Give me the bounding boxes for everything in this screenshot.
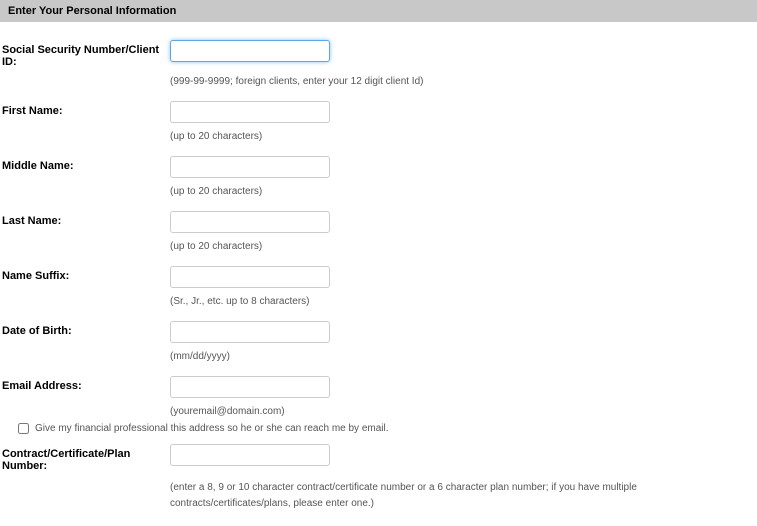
hint-ssn: (999-99-9999; foreign clients, enter you…: [170, 72, 423, 87]
label-contract: Contract/Certificate/Plan Number:: [0, 444, 170, 472]
input-first-name[interactable]: [170, 101, 330, 123]
row-share-email: Give my financial professional this addr…: [18, 423, 757, 434]
label-suffix: Name Suffix:: [0, 266, 170, 282]
input-last-name[interactable]: [170, 211, 330, 233]
hint-suffix: (Sr., Jr., etc. up to 8 characters): [170, 292, 310, 307]
input-middle-name[interactable]: [170, 156, 330, 178]
input-dob[interactable]: [170, 321, 330, 343]
input-ssn[interactable]: [170, 40, 330, 62]
row-last-name: Last Name:: [0, 211, 757, 233]
row-contract: Contract/Certificate/Plan Number:: [0, 444, 757, 472]
row-suffix: Name Suffix:: [0, 266, 757, 288]
label-dob: Date of Birth:: [0, 321, 170, 337]
hint-email: (youremail@domain.com): [170, 402, 285, 417]
hint-contract: (enter a 8, 9 or 10 character contract/c…: [170, 476, 757, 512]
row-ssn: Social Security Number/Client ID:: [0, 40, 757, 68]
input-email[interactable]: [170, 376, 330, 398]
row-first-name: First Name:: [0, 101, 757, 123]
checkbox-share-email[interactable]: [18, 423, 29, 434]
label-email: Email Address:: [0, 376, 170, 392]
label-ssn: Social Security Number/Client ID:: [0, 40, 170, 68]
label-last-name: Last Name:: [0, 211, 170, 227]
label-middle-name: Middle Name:: [0, 156, 170, 172]
input-contract[interactable]: [170, 444, 330, 466]
hint-last-name: (up to 20 characters): [170, 237, 262, 252]
row-dob: Date of Birth:: [0, 321, 757, 343]
label-first-name: First Name:: [0, 101, 170, 117]
label-share-email: Give my financial professional this addr…: [35, 423, 389, 434]
hint-dob: (mm/dd/yyyy): [170, 347, 230, 362]
hint-middle-name: (up to 20 characters): [170, 182, 262, 197]
row-middle-name: Middle Name:: [0, 156, 757, 178]
section-header: Enter Your Personal Information: [0, 0, 757, 22]
hint-first-name: (up to 20 characters): [170, 127, 262, 142]
row-email: Email Address:: [0, 376, 757, 398]
input-suffix[interactable]: [170, 266, 330, 288]
